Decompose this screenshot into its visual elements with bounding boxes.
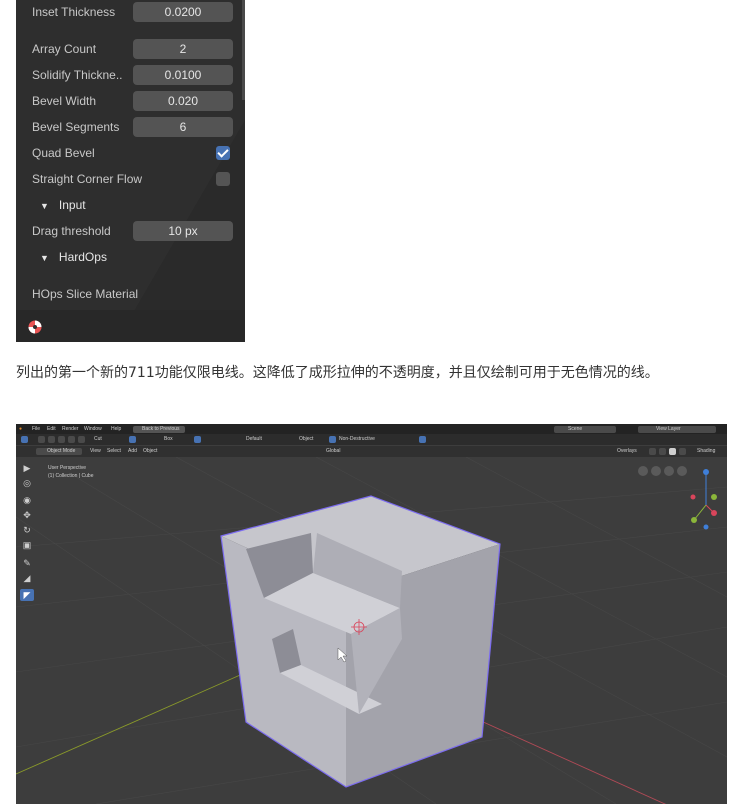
row-label: Straight Corner Flow — [32, 172, 143, 186]
section-label: Input — [58, 198, 86, 212]
collection-label: (1) Collection | Cube — [48, 473, 94, 479]
shape-option[interactable] — [194, 436, 201, 443]
cursor-tool-icon[interactable]: ◎ — [20, 477, 34, 489]
section-input[interactable]: ▼ Input — [16, 195, 245, 217]
prefs-row-hops-slice-material: HOps Slice Material — [16, 284, 245, 306]
menu-object[interactable]: Object — [143, 446, 157, 456]
move-tool-icon[interactable]: ◉ — [20, 494, 34, 506]
annotate-tool-icon[interactable]: ✎ — [20, 557, 34, 569]
scale-tool-icon[interactable]: ▣ — [20, 539, 34, 551]
array-count-field[interactable]: 2 — [133, 39, 233, 59]
row-label: Array Count — [32, 42, 97, 56]
back-to-previous-label: Back to Previous — [142, 426, 180, 432]
rotate-tool-icon[interactable]: ↻ — [20, 524, 34, 536]
row-label: Inset Thickness — [32, 5, 116, 19]
expand-triangle-icon: ▼ — [40, 253, 49, 263]
tool-settings-bar: Cut Box Default Object Non-Destructive — [16, 434, 727, 445]
non-destructive-icon[interactable] — [329, 436, 336, 443]
tool-option[interactable] — [78, 436, 85, 443]
boxcutter-tool-icon[interactable]: ◤ — [20, 589, 34, 601]
row-label: Quad Bevel — [32, 146, 95, 160]
menu-window[interactable]: Window — [84, 424, 102, 434]
blender-material-icon[interactable] — [28, 320, 42, 334]
menu-view[interactable]: View — [90, 446, 101, 456]
prefs-row-bevel-width: Bevel Width 0.020 — [16, 91, 245, 113]
blender-screenshot: ● File Edit Render Window Help Back to P… — [16, 424, 727, 804]
panel-footer — [16, 310, 245, 342]
blender-logo-icon: ● — [19, 426, 23, 432]
menu-file[interactable]: File — [32, 424, 40, 434]
cut-label[interactable]: Cut — [94, 434, 102, 444]
tool-option[interactable] — [58, 436, 65, 443]
menu-bar: ● File Edit Render Window Help Back to P… — [16, 424, 727, 434]
overlays-label[interactable]: Overlays — [617, 446, 637, 456]
row-label: Bevel Segments — [32, 120, 120, 134]
inset-thickness-field[interactable]: 0.0200 — [133, 2, 233, 22]
row-label: Solidify Thickne.. — [32, 68, 123, 82]
scene-selector[interactable] — [554, 426, 616, 433]
shading-label[interactable]: Shading — [697, 446, 715, 456]
orientation-label[interactable]: Global — [326, 446, 340, 456]
prefs-row-quad-bevel: Quad Bevel — [16, 143, 245, 165]
shading-material[interactable] — [679, 448, 686, 455]
prefs-row-bevel-segments: Bevel Segments 6 — [16, 117, 245, 139]
measure-tool-icon[interactable]: ◢ — [20, 572, 34, 584]
box-label[interactable]: Box — [164, 434, 173, 444]
row-label: Bevel Width — [32, 94, 97, 108]
tool-option[interactable] — [38, 436, 45, 443]
menu-edit[interactable]: Edit — [47, 424, 56, 434]
view-layer-label: View Layer — [656, 426, 681, 432]
non-destructive-label[interactable]: Non-Destructive — [339, 434, 375, 444]
transform-tool-icon[interactable]: ✥ — [20, 509, 34, 521]
3d-viewport[interactable] — [16, 457, 727, 804]
prefs-panel: Inset Thickness 0.0200 Array Count 2 Sol… — [16, 0, 245, 342]
default-label[interactable]: Default — [246, 434, 262, 444]
viewport-nav-buttons[interactable] — [638, 466, 687, 476]
menu-add[interactable]: Add — [128, 446, 137, 456]
article-caption: 列出的第一个新的711功能仅限电线。这降低了成形拉伸的不透明度，并且仅绘制可用于… — [16, 365, 659, 381]
prefs-row-drag-threshold: Drag threshold 10 px — [16, 221, 245, 243]
scene-label: Scene — [568, 426, 583, 432]
viewport-header: Object Mode View Select Add Object Globa… — [16, 446, 727, 457]
pause-icon[interactable] — [419, 436, 426, 443]
prefs-row-straight-corner-flow: Straight Corner Flow — [16, 169, 245, 191]
stepped-cube[interactable] — [220, 495, 501, 788]
menu-select[interactable]: Select — [107, 446, 121, 456]
solidify-thickness-field[interactable]: 0.0100 — [133, 65, 233, 85]
shading-solid[interactable] — [669, 448, 676, 455]
select-tool-icon[interactable]: ▶ — [20, 462, 34, 474]
section-hardops[interactable]: ▼ HardOps — [16, 247, 245, 269]
scrollbar[interactable] — [242, 0, 245, 100]
prefs-row-array-count: Array Count 2 — [16, 39, 245, 61]
section-header: ▼ HardOps — [40, 250, 107, 264]
object-mode-label: Object Mode — [47, 448, 76, 454]
bevel-segments-field[interactable]: 6 — [133, 117, 233, 137]
tool-option[interactable] — [48, 436, 55, 443]
quad-bevel-checkbox[interactable] — [216, 146, 230, 160]
object-label[interactable]: Object — [299, 434, 313, 444]
row-label: HOps Slice Material — [32, 287, 139, 301]
prefs-row-inset-thickness: Inset Thickness 0.0200 — [16, 2, 245, 24]
expand-triangle-icon: ▼ — [40, 201, 49, 211]
section-header: ▼ Input — [40, 198, 86, 212]
box-mode-button[interactable] — [129, 436, 136, 443]
straight-corner-flow-checkbox[interactable] — [216, 172, 230, 186]
drag-threshold-field[interactable]: 10 px — [133, 221, 233, 241]
navigation-gizmo[interactable] — [690, 469, 718, 530]
menu-render[interactable]: Render — [62, 424, 78, 434]
prefs-row-solidify-thickness: Solidify Thickne.. 0.0100 — [16, 65, 245, 87]
section-label: HardOps — [58, 250, 107, 264]
tool-option[interactable] — [68, 436, 75, 443]
overlay-toggle[interactable] — [649, 448, 656, 455]
xray-toggle[interactable] — [659, 448, 666, 455]
row-label: Drag threshold — [32, 224, 111, 238]
menu-help[interactable]: Help — [111, 424, 121, 434]
bevel-width-field[interactable]: 0.020 — [133, 91, 233, 111]
mode-button[interactable] — [21, 436, 28, 443]
